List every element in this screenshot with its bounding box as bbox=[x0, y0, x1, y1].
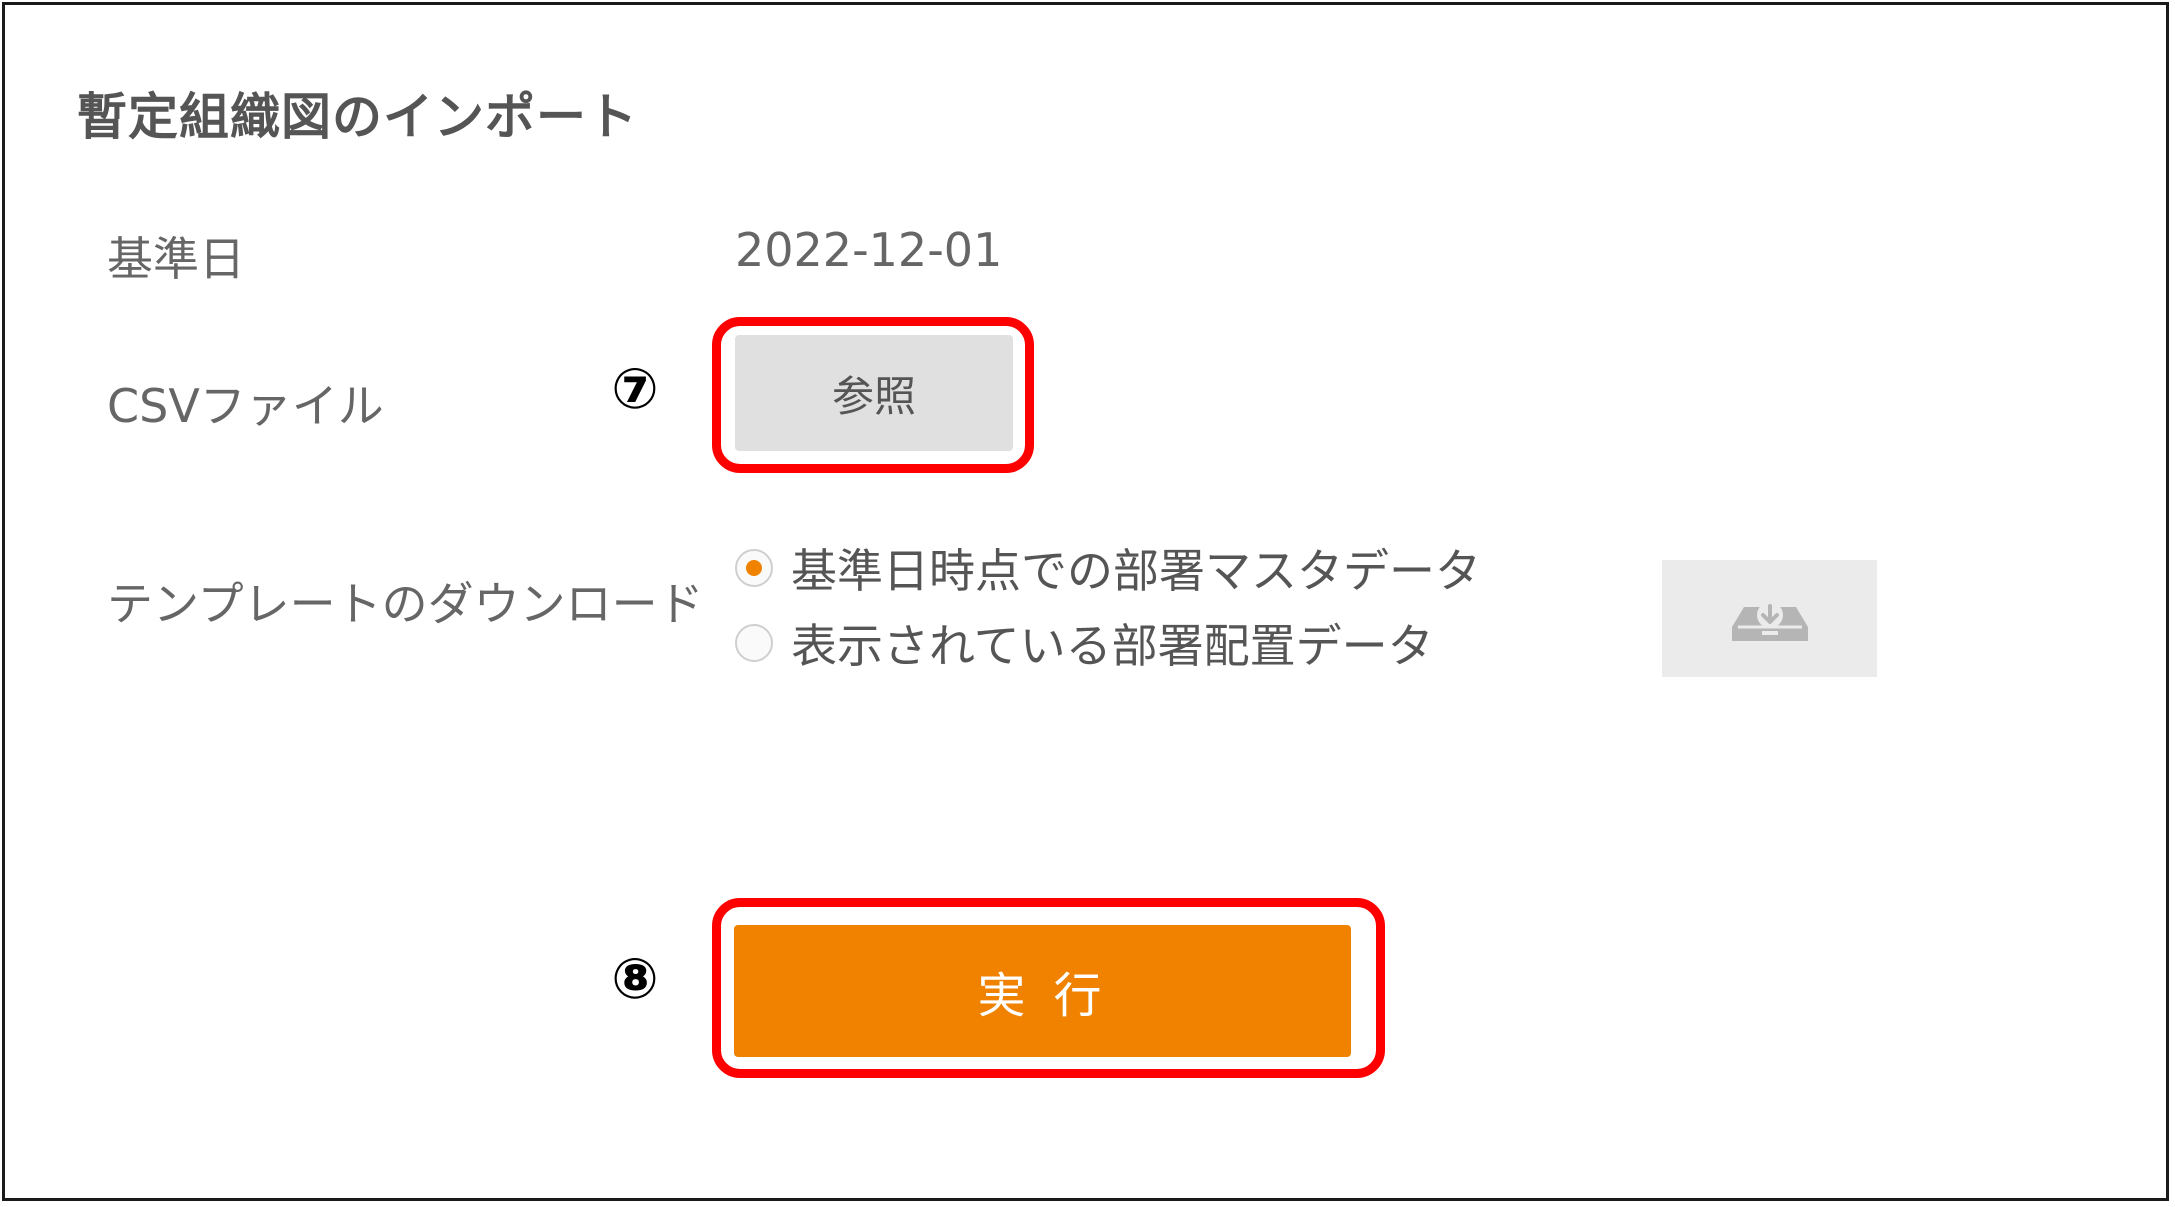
template-option-master[interactable]: 基準日時点での部署マスタデータ bbox=[735, 535, 1481, 601]
template-option-placement[interactable]: 表示されている部署配置データ bbox=[735, 610, 1434, 676]
template-option-label: 表示されている部署配置データ bbox=[791, 619, 1434, 673]
base-date-label: 基準日 bbox=[107, 232, 245, 286]
step-8-marker: ⑧ bbox=[611, 947, 659, 1012]
template-download-button[interactable] bbox=[1662, 560, 1877, 677]
step-7-marker: ⑦ bbox=[611, 357, 659, 422]
template-download-label: テンプレートのダウンロード bbox=[107, 577, 704, 631]
import-dialog: 暫定組織図のインポート 基準日 2022-12-01 CSVファイル ⑦ 参照 … bbox=[2, 2, 2169, 1201]
base-date-value: 2022-12-01 bbox=[735, 223, 1003, 277]
dialog-title: 暫定組織図のインポート bbox=[77, 88, 638, 146]
radio-unselected-icon[interactable] bbox=[735, 624, 773, 662]
radio-selected-icon[interactable] bbox=[735, 549, 773, 587]
csv-file-label: CSVファイル bbox=[107, 379, 384, 433]
browse-button[interactable]: 参照 bbox=[735, 335, 1013, 451]
template-option-label: 基準日時点での部署マスタデータ bbox=[791, 544, 1481, 598]
tray-download-icon bbox=[1731, 601, 1808, 641]
execute-button[interactable]: 実行 bbox=[734, 925, 1351, 1057]
